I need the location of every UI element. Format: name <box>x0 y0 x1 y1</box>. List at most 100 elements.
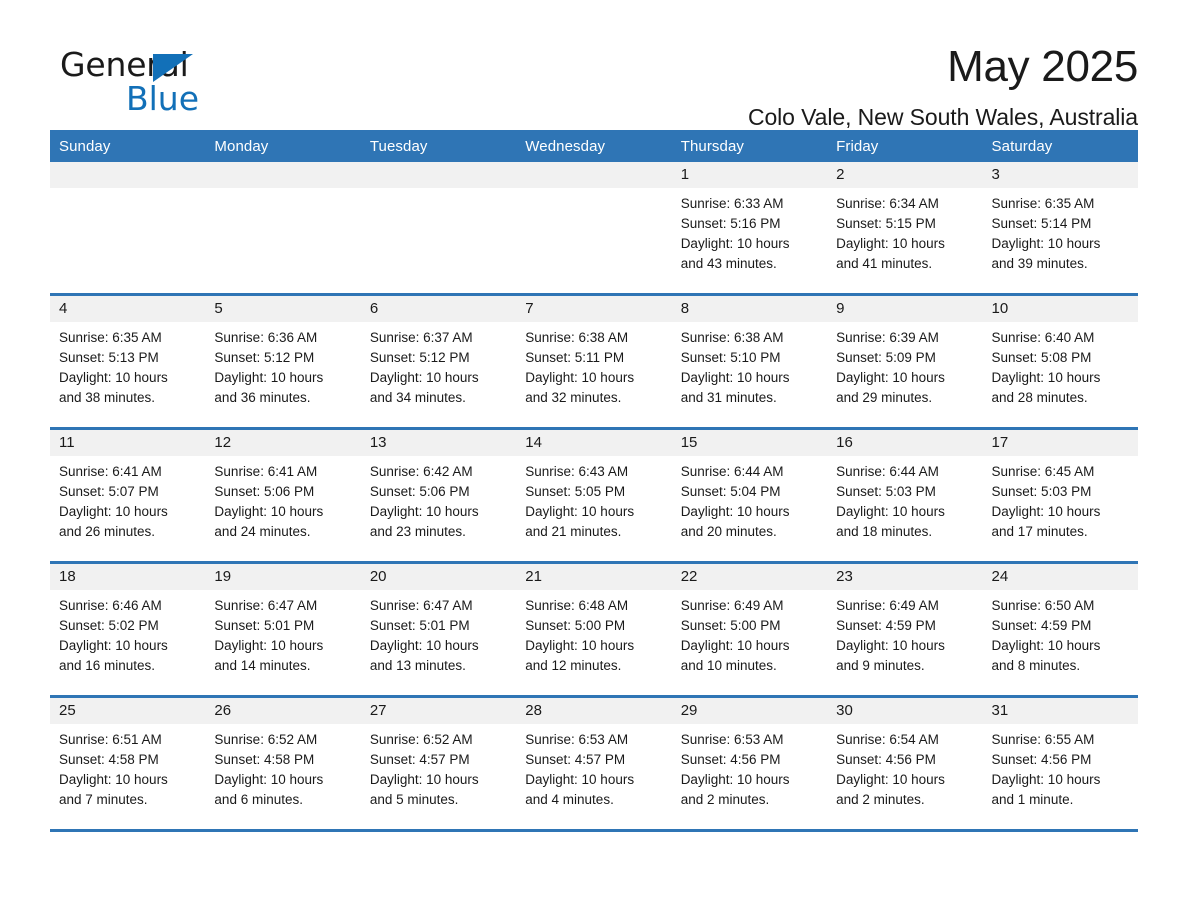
day-details: Sunrise: 6:52 AM Sunset: 4:58 PM Daylight:… <box>205 724 360 810</box>
calendar-day-cell[interactable]: 2 Sunrise: 6:34 AM Sunset: 5:15 PM Daylight… <box>827 162 983 296</box>
sunrise-time: Sunrise: 6:50 AM <box>991 598 1095 613</box>
daylight-duration-line2: and 21 minutes. <box>525 524 622 539</box>
calendar-day-cell[interactable]: 28 Sunrise: 6:53 AM Sunset: 4:57 PM Dayligh… <box>516 696 672 832</box>
day-details: Sunrise: 6:47 AM Sunset: 5:01 PM Daylight:… <box>361 590 516 676</box>
calendar-day-cell[interactable]: 9 Sunrise: 6:39 AM Sunset: 5:09 PM Daylight… <box>827 294 983 430</box>
calendar-day-cell[interactable]: 19 Sunrise: 6:47 AM Sunset: 5:01 PM Dayligh… <box>205 562 361 698</box>
daylight-duration-line1: Daylight: 10 hours <box>369 504 479 519</box>
calendar-day-cell[interactable]: 24 Sunrise: 6:50 AM Sunset: 4:59 PM Dayligh… <box>982 562 1138 698</box>
daylight-duration-line2: and 4 minutes. <box>525 792 614 807</box>
daylight-duration-line1: Daylight: 10 hours <box>59 772 168 787</box>
sunset-time: Sunset: 4:56 PM <box>991 752 1092 767</box>
calendar-body: 1 Sunrise: 6:33 AM Sunset: 5:16 PM Daylight… <box>50 162 1138 832</box>
calendar-day-cell[interactable]: 25 Sunrise: 6:51 AM Sunset: 4:58 PM Dayligh… <box>50 696 206 832</box>
sunset-time: Sunset: 5:07 PM <box>59 484 159 499</box>
calendar-day-cell[interactable]: 26 Sunrise: 6:52 AM Sunset: 4:58 PM Dayligh… <box>205 696 361 832</box>
day-cell-inner: 11 Sunrise: 6:41 AM Sunset: 5:07 PM Dayligh… <box>50 430 206 561</box>
calendar-day-cell[interactable]: 31 Sunrise: 6:55 AM Sunset: 4:56 PM Dayligh… <box>982 696 1138 832</box>
sunrise-time: Sunrise: 6:53 AM <box>680 732 784 747</box>
weekday-header-sunday: Sunday <box>50 130 206 162</box>
sunrise-time: Sunrise: 6:38 AM <box>680 330 784 345</box>
calendar-day-cell[interactable]: 20 Sunrise: 6:47 AM Sunset: 5:01 PM Dayligh… <box>360 562 517 698</box>
sunrise-time: Sunrise: 6:35 AM <box>59 330 162 345</box>
day-cell-inner: 13 Sunrise: 6:42 AM Sunset: 5:06 PM Dayligh… <box>360 430 517 561</box>
sunset-time: Sunset: 5:05 PM <box>525 484 626 499</box>
calendar-day-cell[interactable]: 11 Sunrise: 6:41 AM Sunset: 5:07 PM Dayligh… <box>50 428 206 564</box>
sunrise-time: Sunrise: 6:41 AM <box>214 464 318 479</box>
logo-text-blue: Blue <box>126 79 200 118</box>
sunset-time: Sunset: 5:12 PM <box>214 350 315 365</box>
day-number: 20 <box>360 564 517 590</box>
calendar-day-cell[interactable]: 30 Sunrise: 6:54 AM Sunset: 4:56 PM Dayligh… <box>827 696 983 832</box>
calendar-day-cell[interactable]: 3 Sunrise: 6:35 AM Sunset: 5:14 PM Daylight… <box>982 162 1138 296</box>
calendar-day-cell[interactable]: 10 Sunrise: 6:40 AM Sunset: 5:08 PM Dayligh… <box>982 294 1138 430</box>
daylight-duration-line1: Daylight: 10 hours <box>836 638 945 653</box>
calendar-table: Sunday Monday Tuesday Wednesday Thursday… <box>50 130 1138 832</box>
calendar-day-cell[interactable]: 4 Sunrise: 6:35 AM Sunset: 5:13 PM Daylight… <box>50 294 206 430</box>
day-cell-inner: 24 Sunrise: 6:50 AM Sunset: 4:59 PM Dayligh… <box>982 564 1138 695</box>
day-cell-inner: 25 Sunrise: 6:51 AM Sunset: 4:58 PM Dayligh… <box>50 698 206 829</box>
day-number: 12 <box>205 430 361 456</box>
daylight-duration-line1: Daylight: 10 hours <box>59 504 168 519</box>
calendar-day-cell[interactable]: 7 Sunrise: 6:38 AM Sunset: 5:11 PM Daylight… <box>516 294 672 430</box>
calendar-page: General Blue May 2025 Colo Vale, New Sou… <box>0 0 1188 918</box>
calendar-week-row: 4 Sunrise: 6:35 AM Sunset: 5:13 PM Daylight… <box>50 294 1138 430</box>
sunset-time: Sunset: 5:03 PM <box>836 484 936 499</box>
daylight-duration-line2: and 43 minutes. <box>680 256 777 271</box>
sunrise-time: Sunrise: 6:39 AM <box>836 330 939 345</box>
general-blue-logo[interactable]: General Blue <box>50 42 230 116</box>
calendar-day-cell[interactable]: 18 Sunrise: 6:46 AM Sunset: 5:02 PM Dayligh… <box>50 562 206 698</box>
day-number <box>516 162 672 188</box>
sunset-time: Sunset: 5:10 PM <box>680 350 781 365</box>
sunrise-time: Sunrise: 6:37 AM <box>369 330 473 345</box>
calendar-day-cell[interactable]: 17 Sunrise: 6:45 AM Sunset: 5:03 PM Dayligh… <box>982 428 1138 564</box>
daylight-duration-line1: Daylight: 10 hours <box>991 772 1101 787</box>
calendar-day-cell[interactable]: 16 Sunrise: 6:44 AM Sunset: 5:03 PM Dayligh… <box>827 428 983 564</box>
calendar-empty-cell <box>516 162 672 296</box>
sunset-time: Sunset: 5:02 PM <box>59 618 159 633</box>
weekday-header-monday: Monday <box>205 130 361 162</box>
day-cell-inner: 7 Sunrise: 6:38 AM Sunset: 5:11 PM Daylight… <box>516 296 672 427</box>
sunset-time: Sunset: 5:11 PM <box>525 350 625 365</box>
sunrise-time: Sunrise: 6:45 AM <box>991 464 1095 479</box>
daylight-duration-line1: Daylight: 10 hours <box>369 370 479 385</box>
calendar-day-cell[interactable]: 5 Sunrise: 6:36 AM Sunset: 5:12 PM Daylight… <box>205 294 361 430</box>
calendar-day-cell[interactable]: 21 Sunrise: 6:48 AM Sunset: 5:00 PM Dayligh… <box>516 562 672 698</box>
calendar-day-cell[interactable]: 23 Sunrise: 6:49 AM Sunset: 4:59 PM Dayligh… <box>827 562 983 698</box>
calendar-header-row: Sunday Monday Tuesday Wednesday Thursday… <box>50 130 1138 162</box>
sunrise-time: Sunrise: 6:41 AM <box>59 464 162 479</box>
day-number: 2 <box>827 162 983 188</box>
calendar-day-cell[interactable]: 22 Sunrise: 6:49 AM Sunset: 5:00 PM Dayligh… <box>671 562 828 698</box>
calendar-day-cell[interactable]: 6 Sunrise: 6:37 AM Sunset: 5:12 PM Daylight… <box>360 294 517 430</box>
sunset-time: Sunset: 4:57 PM <box>525 752 626 767</box>
sunset-time: Sunset: 5:14 PM <box>991 216 1092 231</box>
day-number: 29 <box>671 698 828 724</box>
calendar-day-cell[interactable]: 8 Sunrise: 6:38 AM Sunset: 5:10 PM Daylight… <box>671 294 828 430</box>
day-number: 4 <box>50 296 206 322</box>
sunset-time: Sunset: 5:09 PM <box>836 350 936 365</box>
sunset-time: Sunset: 4:58 PM <box>59 752 159 767</box>
calendar-day-cell[interactable]: 27 Sunrise: 6:52 AM Sunset: 4:57 PM Dayligh… <box>360 696 517 832</box>
daylight-duration-line1: Daylight: 10 hours <box>214 370 324 385</box>
sunset-time: Sunset: 4:56 PM <box>680 752 781 767</box>
day-details: Sunrise: 6:49 AM Sunset: 5:00 PM Daylight:… <box>672 590 827 676</box>
calendar-day-cell[interactable]: 29 Sunrise: 6:53 AM Sunset: 4:56 PM Dayligh… <box>671 696 828 832</box>
calendar-day-cell[interactable]: 13 Sunrise: 6:42 AM Sunset: 5:06 PM Dayligh… <box>360 428 517 564</box>
day-details: Sunrise: 6:45 AM Sunset: 5:03 PM Daylight:… <box>983 456 1138 542</box>
day-cell-inner: 18 Sunrise: 6:46 AM Sunset: 5:02 PM Dayligh… <box>50 564 206 695</box>
weekday-header-tuesday: Tuesday <box>360 130 517 162</box>
daylight-duration-line1: Daylight: 10 hours <box>991 370 1101 385</box>
sunset-time: Sunset: 5:12 PM <box>369 350 470 365</box>
calendar-day-cell[interactable]: 14 Sunrise: 6:43 AM Sunset: 5:05 PM Dayligh… <box>516 428 672 564</box>
weekday-header-saturday: Saturday <box>982 130 1138 162</box>
calendar-day-cell[interactable]: 15 Sunrise: 6:44 AM Sunset: 5:04 PM Dayligh… <box>671 428 828 564</box>
sunset-time: Sunset: 5:16 PM <box>680 216 781 231</box>
daylight-duration-line1: Daylight: 10 hours <box>214 638 324 653</box>
calendar-day-cell[interactable]: 1 Sunrise: 6:33 AM Sunset: 5:16 PM Daylight… <box>671 162 828 296</box>
calendar-day-cell[interactable]: 12 Sunrise: 6:41 AM Sunset: 5:06 PM Dayligh… <box>205 428 361 564</box>
day-cell-inner: 12 Sunrise: 6:41 AM Sunset: 5:06 PM Dayligh… <box>205 430 361 561</box>
day-cell-inner: 15 Sunrise: 6:44 AM Sunset: 5:04 PM Dayligh… <box>671 430 828 561</box>
weekday-header-thursday: Thursday <box>671 130 828 162</box>
day-details: Sunrise: 6:54 AM Sunset: 4:56 PM Daylight:… <box>827 724 982 810</box>
day-details: Sunrise: 6:38 AM Sunset: 5:10 PM Daylight:… <box>672 322 827 408</box>
